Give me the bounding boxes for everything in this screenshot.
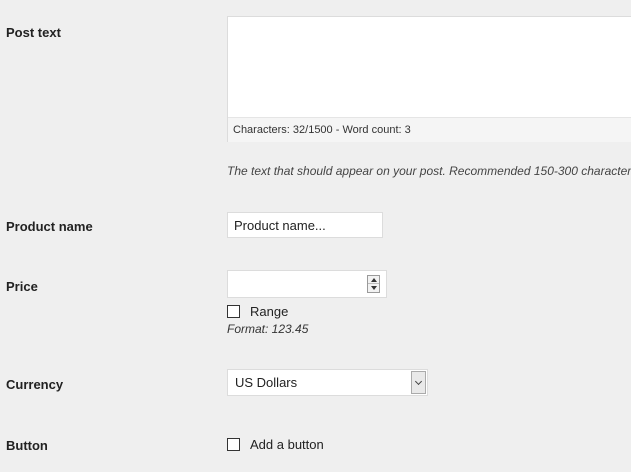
post-text-container: Characters: 32/1500 - Word count: 3 <box>227 16 631 142</box>
spin-down-icon[interactable] <box>368 284 379 292</box>
character-counter: Characters: 32/1500 - Word count: 3 <box>228 117 631 142</box>
range-checkbox-label: Range <box>250 304 289 319</box>
post-text-label: Post text <box>6 25 61 40</box>
add-button-option: Add a button <box>227 437 324 452</box>
range-option: Range <box>227 304 288 319</box>
button-label: Button <box>6 438 48 453</box>
product-name-label: Product name <box>6 219 93 234</box>
currency-label: Currency <box>6 377 64 392</box>
post-text-help: The text that should appear on your post… <box>227 164 631 178</box>
currency-select[interactable]: US Dollars <box>227 369 428 396</box>
price-spinner <box>367 275 380 293</box>
price-input[interactable] <box>228 271 362 297</box>
post-text-textarea[interactable] <box>228 17 631 117</box>
price-label: Price <box>6 279 38 294</box>
spin-up-icon[interactable] <box>368 276 379 284</box>
price-field <box>227 270 387 298</box>
price-format-hint: Format: 123.45 <box>227 322 309 336</box>
currency-selected-value: US Dollars <box>235 375 298 390</box>
chevron-down-icon[interactable] <box>411 371 426 394</box>
add-button-checkbox-label: Add a button <box>250 437 324 452</box>
product-name-input[interactable] <box>227 212 383 238</box>
add-button-checkbox[interactable] <box>227 438 240 451</box>
range-checkbox[interactable] <box>227 305 240 318</box>
